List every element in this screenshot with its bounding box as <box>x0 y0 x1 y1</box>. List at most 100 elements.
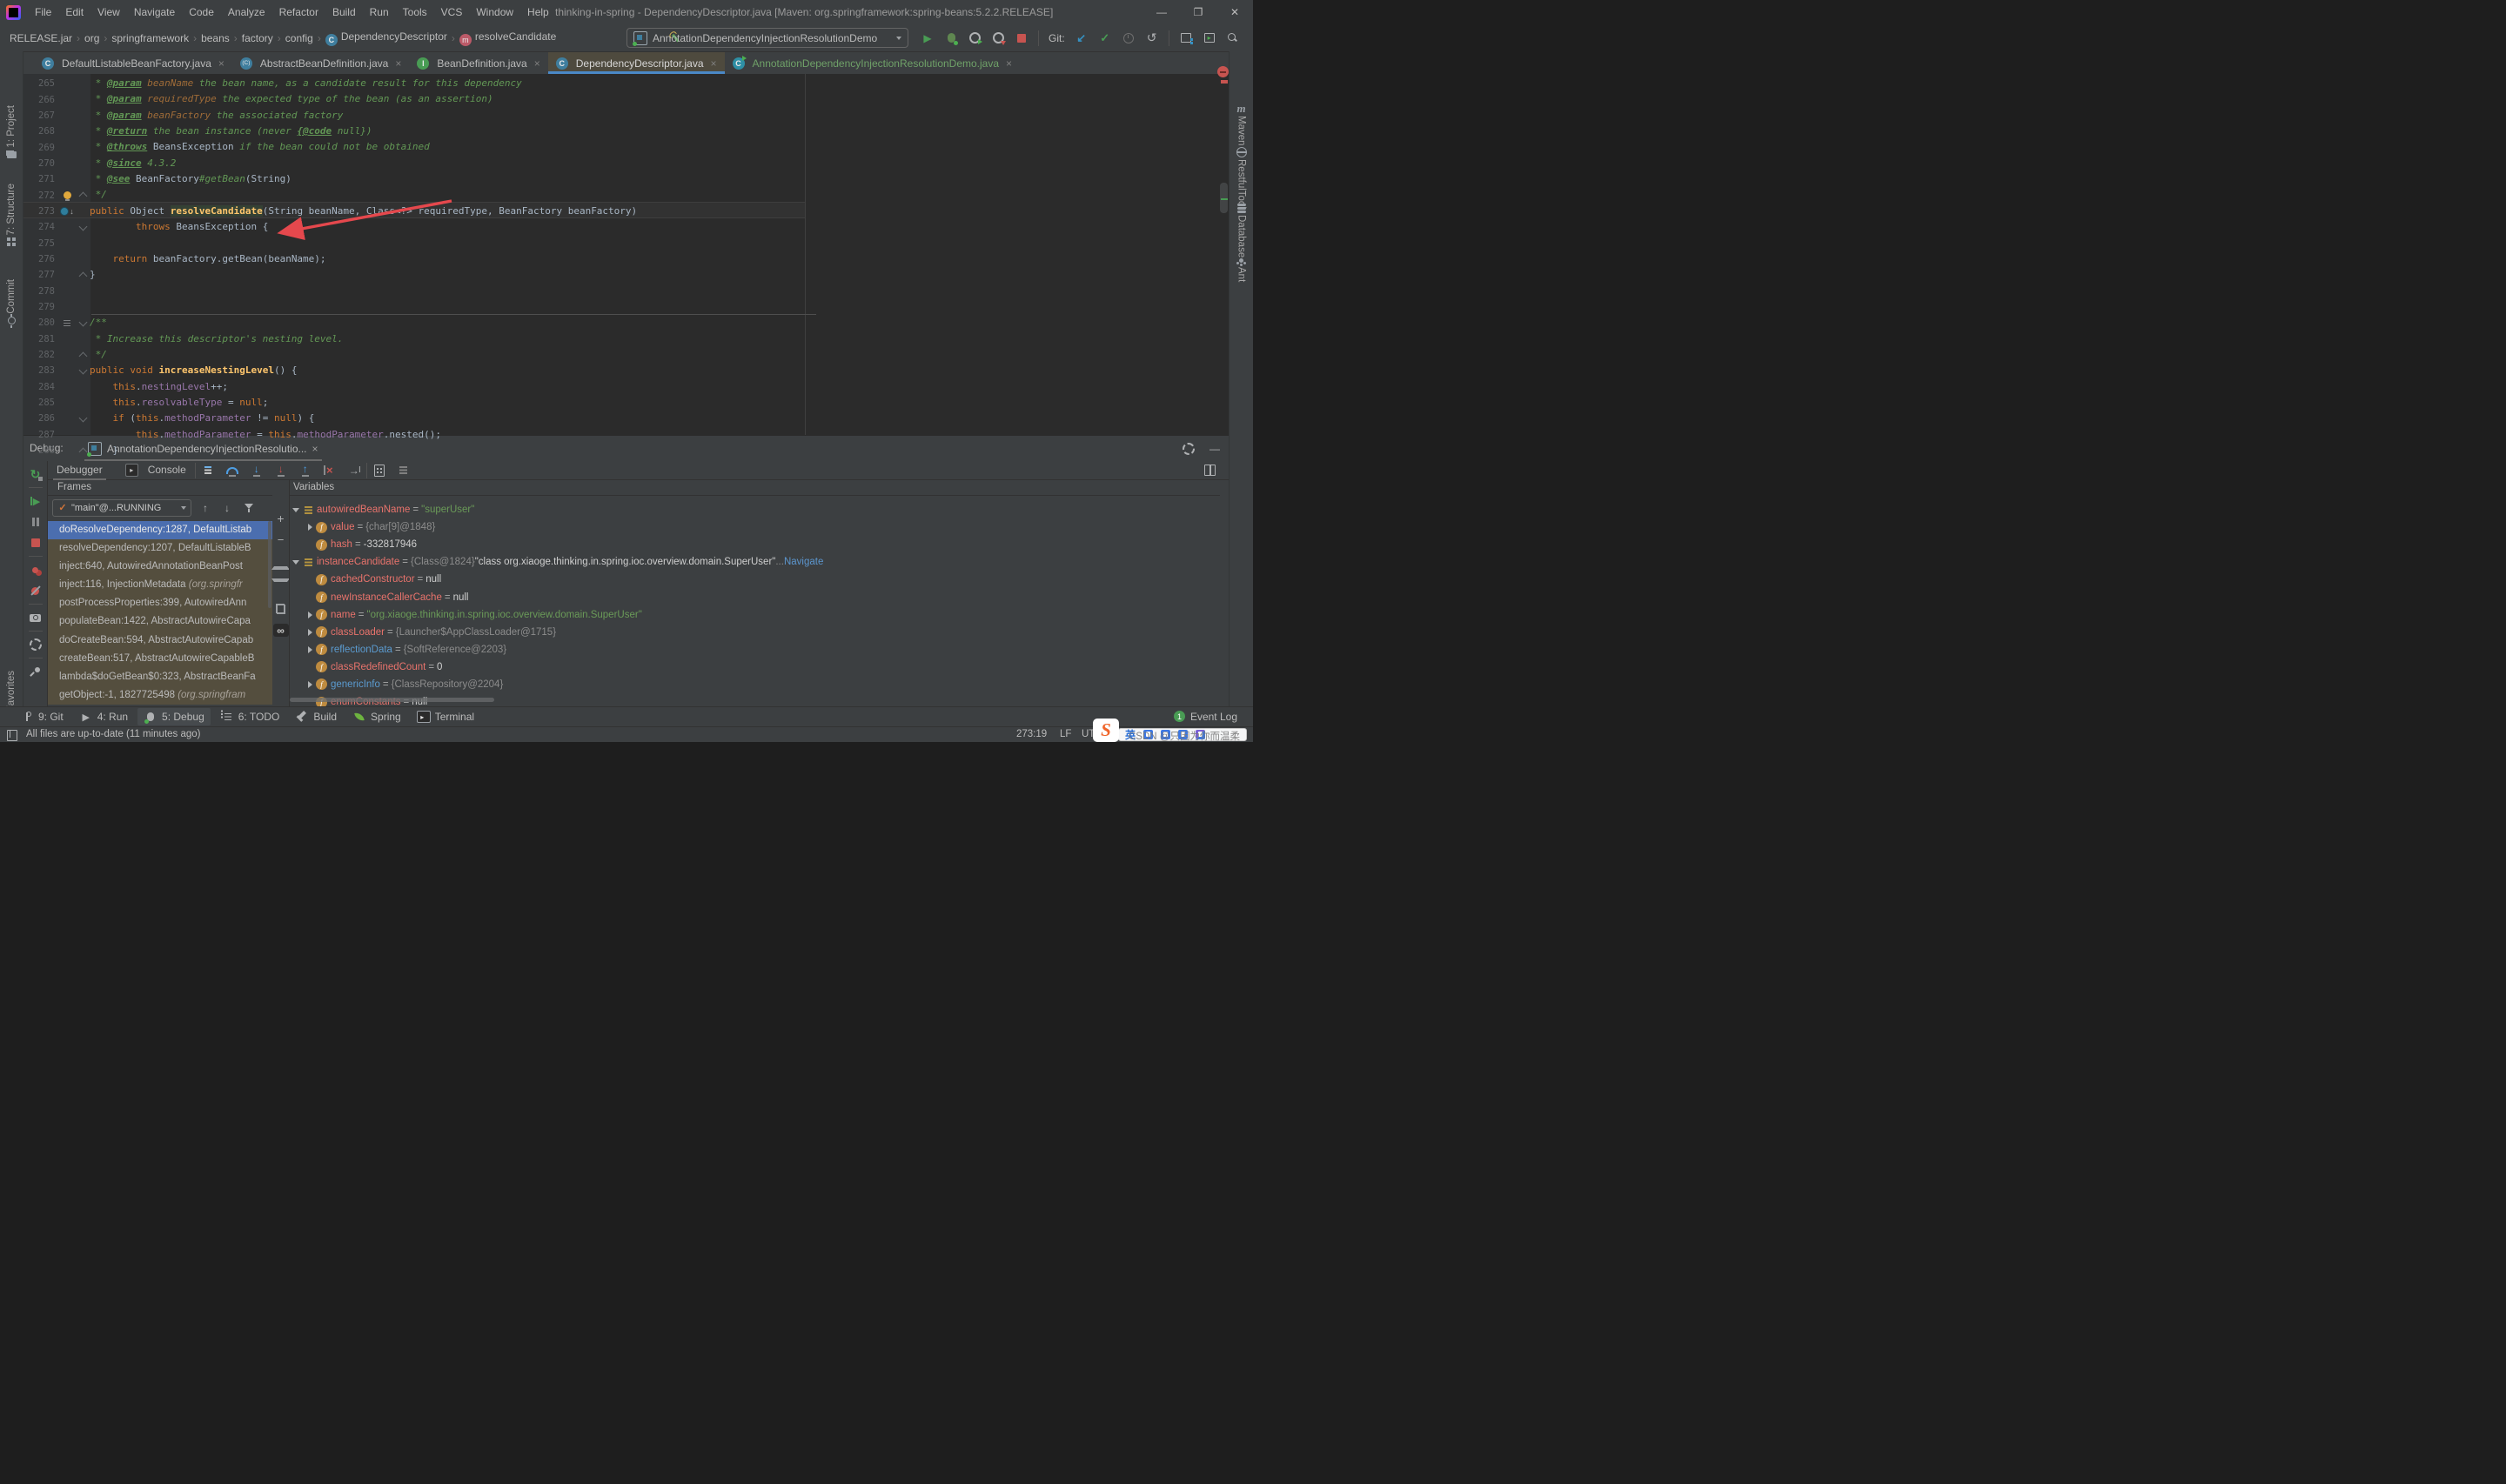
code-line[interactable]: 282 */ <box>23 347 1220 363</box>
caret-position-widget[interactable]: 273:19 <box>1016 727 1047 742</box>
override-icon[interactable] <box>59 206 75 217</box>
line-number[interactable]: 267 <box>23 110 58 121</box>
breadcrumb-item-resolvecandidate[interactable]: resolveCandidate <box>459 30 557 46</box>
history-icon[interactable] <box>1122 31 1136 45</box>
code-line[interactable]: 280 /** <box>23 314 1220 331</box>
fold-region[interactable] <box>76 365 90 375</box>
code-line[interactable]: 281 * Increase this descriptor's nesting… <box>23 331 1220 347</box>
code-line[interactable]: 277} <box>23 267 1220 283</box>
tab-dependencydescriptor[interactable]: DependencyDescriptor.java × <box>547 52 725 74</box>
sidebar-item-ant[interactable]: Ant <box>1230 253 1253 282</box>
fold-marker-icon[interactable] <box>78 191 87 201</box>
toolwindow-button-debug[interactable]: 5: Debug <box>137 708 211 725</box>
collapsed-icon[interactable] <box>307 611 312 618</box>
stop-icon[interactable] <box>1015 31 1029 45</box>
fold-region[interactable] <box>76 191 90 201</box>
scroll-up-icon[interactable] <box>271 554 290 570</box>
tree-expander[interactable] <box>304 680 316 688</box>
breadcrumb-item-beans[interactable]: beans <box>200 32 231 44</box>
menu-item-analyze[interactable]: Analyze <box>221 0 272 24</box>
line-number[interactable]: 273 <box>23 206 58 217</box>
stack-frame-row[interactable]: lambda$doGetBean$0:323, AbstractBeanFa <box>48 667 272 686</box>
tree-expander[interactable] <box>304 645 316 653</box>
menu-item-code[interactable]: Code <box>182 0 221 24</box>
fold-marker-icon[interactable] <box>78 271 87 281</box>
bulb-icon[interactable] <box>62 191 72 201</box>
console-icon[interactable] <box>1203 31 1216 45</box>
code-line[interactable]: 265 * @param beanName the bean name, as … <box>23 76 1220 91</box>
line-number[interactable]: 280 <box>23 318 58 328</box>
camera-icon[interactable] <box>29 611 43 625</box>
fold-marker-icon[interactable] <box>78 351 87 360</box>
stack-frame-row[interactable]: getObject:-1, 1827725498 (org.springfram <box>48 685 272 705</box>
minimize-button[interactable]: — <box>1143 0 1180 24</box>
layoutset-icon[interactable] <box>397 464 411 478</box>
update-icon[interactable] <box>1075 31 1089 45</box>
tab-beandefinition[interactable]: BeanDefinition.java × <box>409 52 547 74</box>
collapsed-icon[interactable] <box>307 645 312 653</box>
code-line[interactable]: 274 throws BeansException { <box>23 219 1220 235</box>
sidebar-item-maven[interactable]: Maven <box>1230 102 1253 146</box>
arrdown-icon[interactable] <box>220 501 234 515</box>
plus-icon[interactable] <box>274 512 287 525</box>
maximize-button[interactable]: ❐ <box>1180 0 1216 24</box>
stepover-icon[interactable] <box>225 464 239 478</box>
line-number[interactable]: 284 <box>23 382 58 392</box>
menu-item-vcs[interactable]: VCS <box>434 0 470 24</box>
variable-row[interactable]: hash = -332817946 <box>290 536 1220 553</box>
sidebar-item-structure[interactable]: 7: Structure <box>0 184 23 249</box>
line-number[interactable]: 274 <box>23 222 58 232</box>
line-number[interactable]: 265 <box>23 78 58 89</box>
editor-error-stripe[interactable] <box>1220 74 1229 461</box>
variable-row[interactable]: classLoader = {Launcher$AppClassLoader@1… <box>290 624 1220 641</box>
stack-frame-row[interactable]: resolveDependency:1207, DefaultListableB <box>48 539 272 558</box>
toolwindow-button-todo[interactable]: 6: TODO <box>214 708 286 725</box>
sidebar-item-commit[interactable]: Commit <box>0 279 23 328</box>
code-line[interactable]: 278 <box>23 283 1220 298</box>
tree-expander[interactable] <box>290 559 302 565</box>
toolwindow-button-build[interactable]: Build <box>289 708 343 725</box>
forcestep-icon[interactable] <box>274 464 288 478</box>
breadcrumb-item-release.jar[interactable]: RELEASE.jar <box>9 32 73 44</box>
infinity-icon[interactable] <box>272 624 289 637</box>
variable-row[interactable]: autowiredBeanName = "superUser" <box>290 501 1220 518</box>
stack-frame-row[interactable]: inject:640, AutowiredAnnotationBeanPost <box>48 558 272 577</box>
sidebar-item-restfultool[interactable]: RestfulTool <box>1230 145 1253 209</box>
thread-selector[interactable]: "main"@...RUNNING <box>52 498 191 517</box>
code-line[interactable]: 286 if (this.methodParameter != null) { <box>23 411 1220 426</box>
menu-item-build[interactable]: Build <box>325 0 363 24</box>
code-line[interactable]: 279 <box>23 299 1220 315</box>
fold-marker-icon[interactable] <box>78 413 87 423</box>
code-line[interactable]: 287 this.methodParameter = this.methodPa… <box>23 427 1220 443</box>
expanded-icon[interactable] <box>292 559 299 565</box>
code-line[interactable]: 271 * @see BeanFactory#getBean(String) <box>23 171 1220 187</box>
breadcrumb-item-factory[interactable]: factory <box>241 32 274 44</box>
viewbp-icon[interactable] <box>29 563 43 577</box>
fold-marker-icon[interactable] <box>78 318 87 327</box>
restorelayout-icon[interactable] <box>1203 464 1216 478</box>
fold-marker-icon[interactable] <box>78 447 87 457</box>
tree-expander[interactable] <box>304 611 316 618</box>
collapsed-icon[interactable] <box>307 628 312 636</box>
line-number[interactable]: 288 <box>23 445 58 456</box>
stack-frame-row[interactable]: inject:116, InjectionMetadata (org.sprin… <box>48 576 272 595</box>
breadcrumb-item-dependencydescriptor[interactable]: DependencyDescriptor <box>325 30 448 46</box>
code-line[interactable]: 288 } <box>23 443 1220 458</box>
line-number[interactable]: 270 <box>23 158 58 169</box>
breadcrumb-item-org[interactable]: org <box>84 32 100 44</box>
stack-frame-row[interactable]: doResolveDependency:1287, DefaultListab <box>48 521 272 540</box>
stack-frame-row[interactable]: postProcessProperties:399, AutowiredAnn <box>48 594 272 613</box>
changes-icon[interactable] <box>1179 31 1193 45</box>
menu-item-edit[interactable]: Edit <box>58 0 90 24</box>
line-number[interactable]: 271 <box>23 174 58 184</box>
menu-item-window[interactable]: Window <box>469 0 520 24</box>
variable-row[interactable]: newInstanceCallerCache = null <box>290 588 1220 605</box>
rollback-icon[interactable] <box>1145 31 1159 45</box>
code-line[interactable]: 270 * @since 4.3.2 <box>23 156 1220 171</box>
search-icon[interactable] <box>1226 31 1240 45</box>
stack-frame-row[interactable]: doCreateBean:594, AbstractAutowireCapab <box>48 631 272 650</box>
code-line[interactable]: 284 this.nestingLevel++; <box>23 379 1220 395</box>
code-line[interactable]: 266 * @param requiredType the expected t… <box>23 91 1220 107</box>
stepout-icon[interactable] <box>298 464 312 478</box>
line-number[interactable]: 266 <box>23 95 58 105</box>
